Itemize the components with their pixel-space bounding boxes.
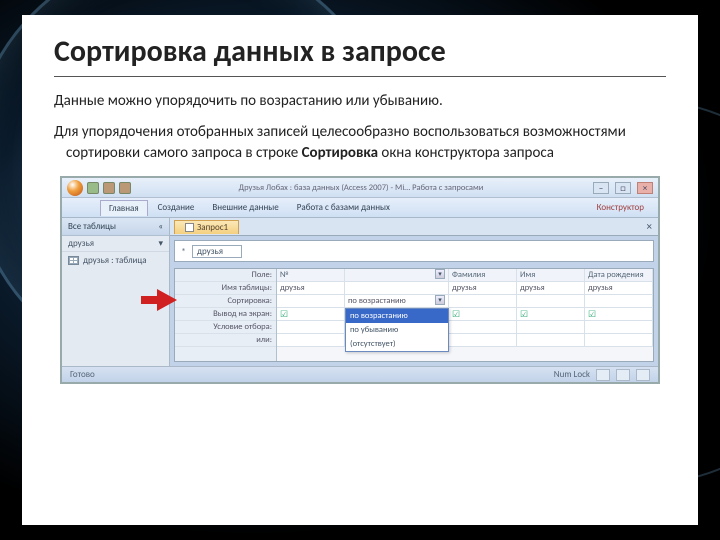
ribbon-tab-dbtools[interactable]: Работа с базами данных	[289, 200, 398, 215]
cell-or-0[interactable]	[277, 334, 345, 346]
rowlbl-field: Поле:	[175, 269, 276, 282]
chevron-down-icon: «	[158, 221, 163, 232]
cell-crit-2[interactable]	[449, 321, 517, 333]
asterisk-icon: *	[181, 245, 186, 258]
sort-option-asc[interactable]: по возрастанию	[346, 309, 448, 323]
titlebar: Друзья Лобах : база данных (Access 2007)…	[62, 178, 658, 198]
cell-show-3[interactable]	[585, 308, 653, 320]
slide-body: Сортировка данных в запросе Данные можно…	[22, 15, 698, 525]
ribbon: Главная Создание Внешние данные Работа с…	[62, 198, 658, 218]
nav-category[interactable]: друзья ▾	[62, 236, 169, 252]
grid-row-field: № ▾ Фамилия Имя Дата рождения	[277, 269, 653, 282]
cell-sort-1[interactable]	[449, 295, 517, 307]
grid-row-sort: по возрастанию ▾	[277, 295, 653, 308]
qat-undo-icon[interactable]	[103, 182, 115, 194]
grid-row-show	[277, 308, 653, 321]
cell-crit-4[interactable]	[585, 321, 653, 333]
view-sql-button[interactable]	[616, 369, 630, 381]
rowlbl-show: Вывод на экран:	[175, 308, 276, 321]
cell-or-2[interactable]	[449, 334, 517, 346]
nav-header[interactable]: Все таблицы «	[62, 218, 169, 236]
cell-crit-0[interactable]	[277, 321, 345, 333]
cell-tbl-1[interactable]: друзья	[449, 282, 517, 294]
nav-item-label: друзья : таблица	[83, 255, 147, 266]
cell-field-sort[interactable]: ▾	[345, 269, 449, 281]
qbe-grid: Поле: Имя таблицы: Сортировка: Вывод на …	[174, 268, 654, 362]
status-text: Готово	[70, 369, 95, 380]
doc-tabs: Запрос1 ×	[170, 218, 658, 236]
cell-sort-combo[interactable]: по возрастанию ▾	[345, 295, 449, 307]
para-2-bold: Сортировка	[302, 144, 378, 162]
sort-option-desc[interactable]: по убыванию	[346, 323, 448, 337]
work-area: Все таблицы « друзья ▾ друзья : таблица	[62, 218, 658, 366]
rowlbl-criteria: Условие отбора:	[175, 321, 276, 334]
doc-tab-query[interactable]: Запрос1	[174, 220, 239, 234]
dropdown-icon[interactable]: ▾	[435, 295, 445, 305]
grid-row-criteria	[277, 321, 653, 334]
grid-row-labels: Поле: Имя таблицы: Сортировка: Вывод на …	[175, 269, 277, 361]
view-design-button[interactable]	[636, 369, 650, 381]
sort-value: по возрастанию	[348, 296, 406, 306]
rowlbl-sort: Сортировка:	[175, 295, 276, 308]
status-bar: Готово Num Lock	[62, 366, 658, 382]
nav-header-label: Все таблицы	[68, 221, 116, 232]
nav-pane: Все таблицы « друзья ▾ друзья : таблица	[62, 218, 170, 366]
close-button[interactable]: ×	[637, 182, 653, 194]
cell-sort-2[interactable]	[517, 295, 585, 307]
office-button-icon[interactable]	[67, 180, 83, 196]
minimize-button[interactable]: –	[593, 182, 609, 194]
nav-category-label: друзья	[68, 238, 94, 249]
numlock-indicator: Num Lock	[554, 369, 590, 380]
qat-save-icon[interactable]	[87, 182, 99, 194]
rowlbl-or: или:	[175, 334, 276, 347]
cell-crit-3[interactable]	[517, 321, 585, 333]
document-area: Запрос1 × * друзья Поле: Имя т	[170, 218, 658, 366]
cell-show-1[interactable]	[449, 308, 517, 320]
sort-option-none[interactable]: (отсутствует)	[346, 337, 448, 351]
cell-tbl-sort[interactable]	[345, 282, 449, 294]
table-icon	[68, 256, 79, 265]
red-arrow-icon	[157, 289, 177, 311]
table-pane: * друзья	[174, 240, 654, 262]
grid-row-or	[277, 334, 653, 347]
dropdown-icon[interactable]: ▾	[435, 269, 445, 279]
window-title: Друзья Лобах : база данных (Access 2007)…	[135, 183, 587, 193]
cell-field-1[interactable]: Фамилия	[449, 269, 517, 281]
grid-row-table: друзья друзья друзья друзья	[277, 282, 653, 295]
doc-tab-label: Запрос1	[197, 222, 228, 233]
cell-tbl-2[interactable]: друзья	[517, 282, 585, 294]
para-2: Для упорядочения отобранных записей целе…	[54, 122, 666, 164]
cell-tbl-0[interactable]: друзья	[277, 282, 345, 294]
slide-title: Сортировка данных в запросе	[54, 33, 666, 77]
query-icon	[185, 223, 194, 232]
para-1: Данные можно упорядочить по возрастанию …	[54, 91, 666, 112]
view-datasheet-button[interactable]	[596, 369, 610, 381]
cell-field-3[interactable]: Дата рождения	[585, 269, 653, 281]
sort-dropdown-list[interactable]: по возрастанию по убыванию (отсутствует)	[345, 308, 449, 352]
ribbon-tab-design[interactable]: Конструктор	[589, 200, 652, 215]
nav-item-table[interactable]: друзья : таблица	[62, 252, 169, 269]
table-box[interactable]: друзья	[192, 245, 242, 258]
cell-field-2[interactable]: Имя	[517, 269, 585, 281]
collapse-icon: ▾	[158, 238, 163, 249]
cell-or-4[interactable]	[585, 334, 653, 346]
cell-sort-0[interactable]	[277, 295, 345, 307]
rowlbl-table: Имя таблицы:	[175, 282, 276, 295]
query-designer: * друзья Поле: Имя таблицы: Сортировка: …	[170, 236, 658, 366]
qat-redo-icon[interactable]	[119, 182, 131, 194]
ribbon-tab-external[interactable]: Внешние данные	[204, 200, 286, 215]
ribbon-tab-create[interactable]: Создание	[150, 200, 203, 215]
access-window: Друзья Лобах : база данных (Access 2007)…	[60, 176, 660, 384]
cell-or-3[interactable]	[517, 334, 585, 346]
doc-close-icon[interactable]: ×	[647, 220, 652, 233]
cell-field-0[interactable]: №	[277, 269, 345, 281]
cell-tbl-3[interactable]: друзья	[585, 282, 653, 294]
para-2b: окна конструктора запроса	[378, 144, 554, 162]
cell-sort-3[interactable]	[585, 295, 653, 307]
maximize-button[interactable]: □	[615, 182, 631, 194]
ribbon-tab-home[interactable]: Главная	[100, 200, 148, 216]
cell-show-0[interactable]	[277, 308, 345, 320]
grid-columns: № ▾ Фамилия Имя Дата рождения друзья дру…	[277, 269, 653, 361]
cell-show-2[interactable]	[517, 308, 585, 320]
